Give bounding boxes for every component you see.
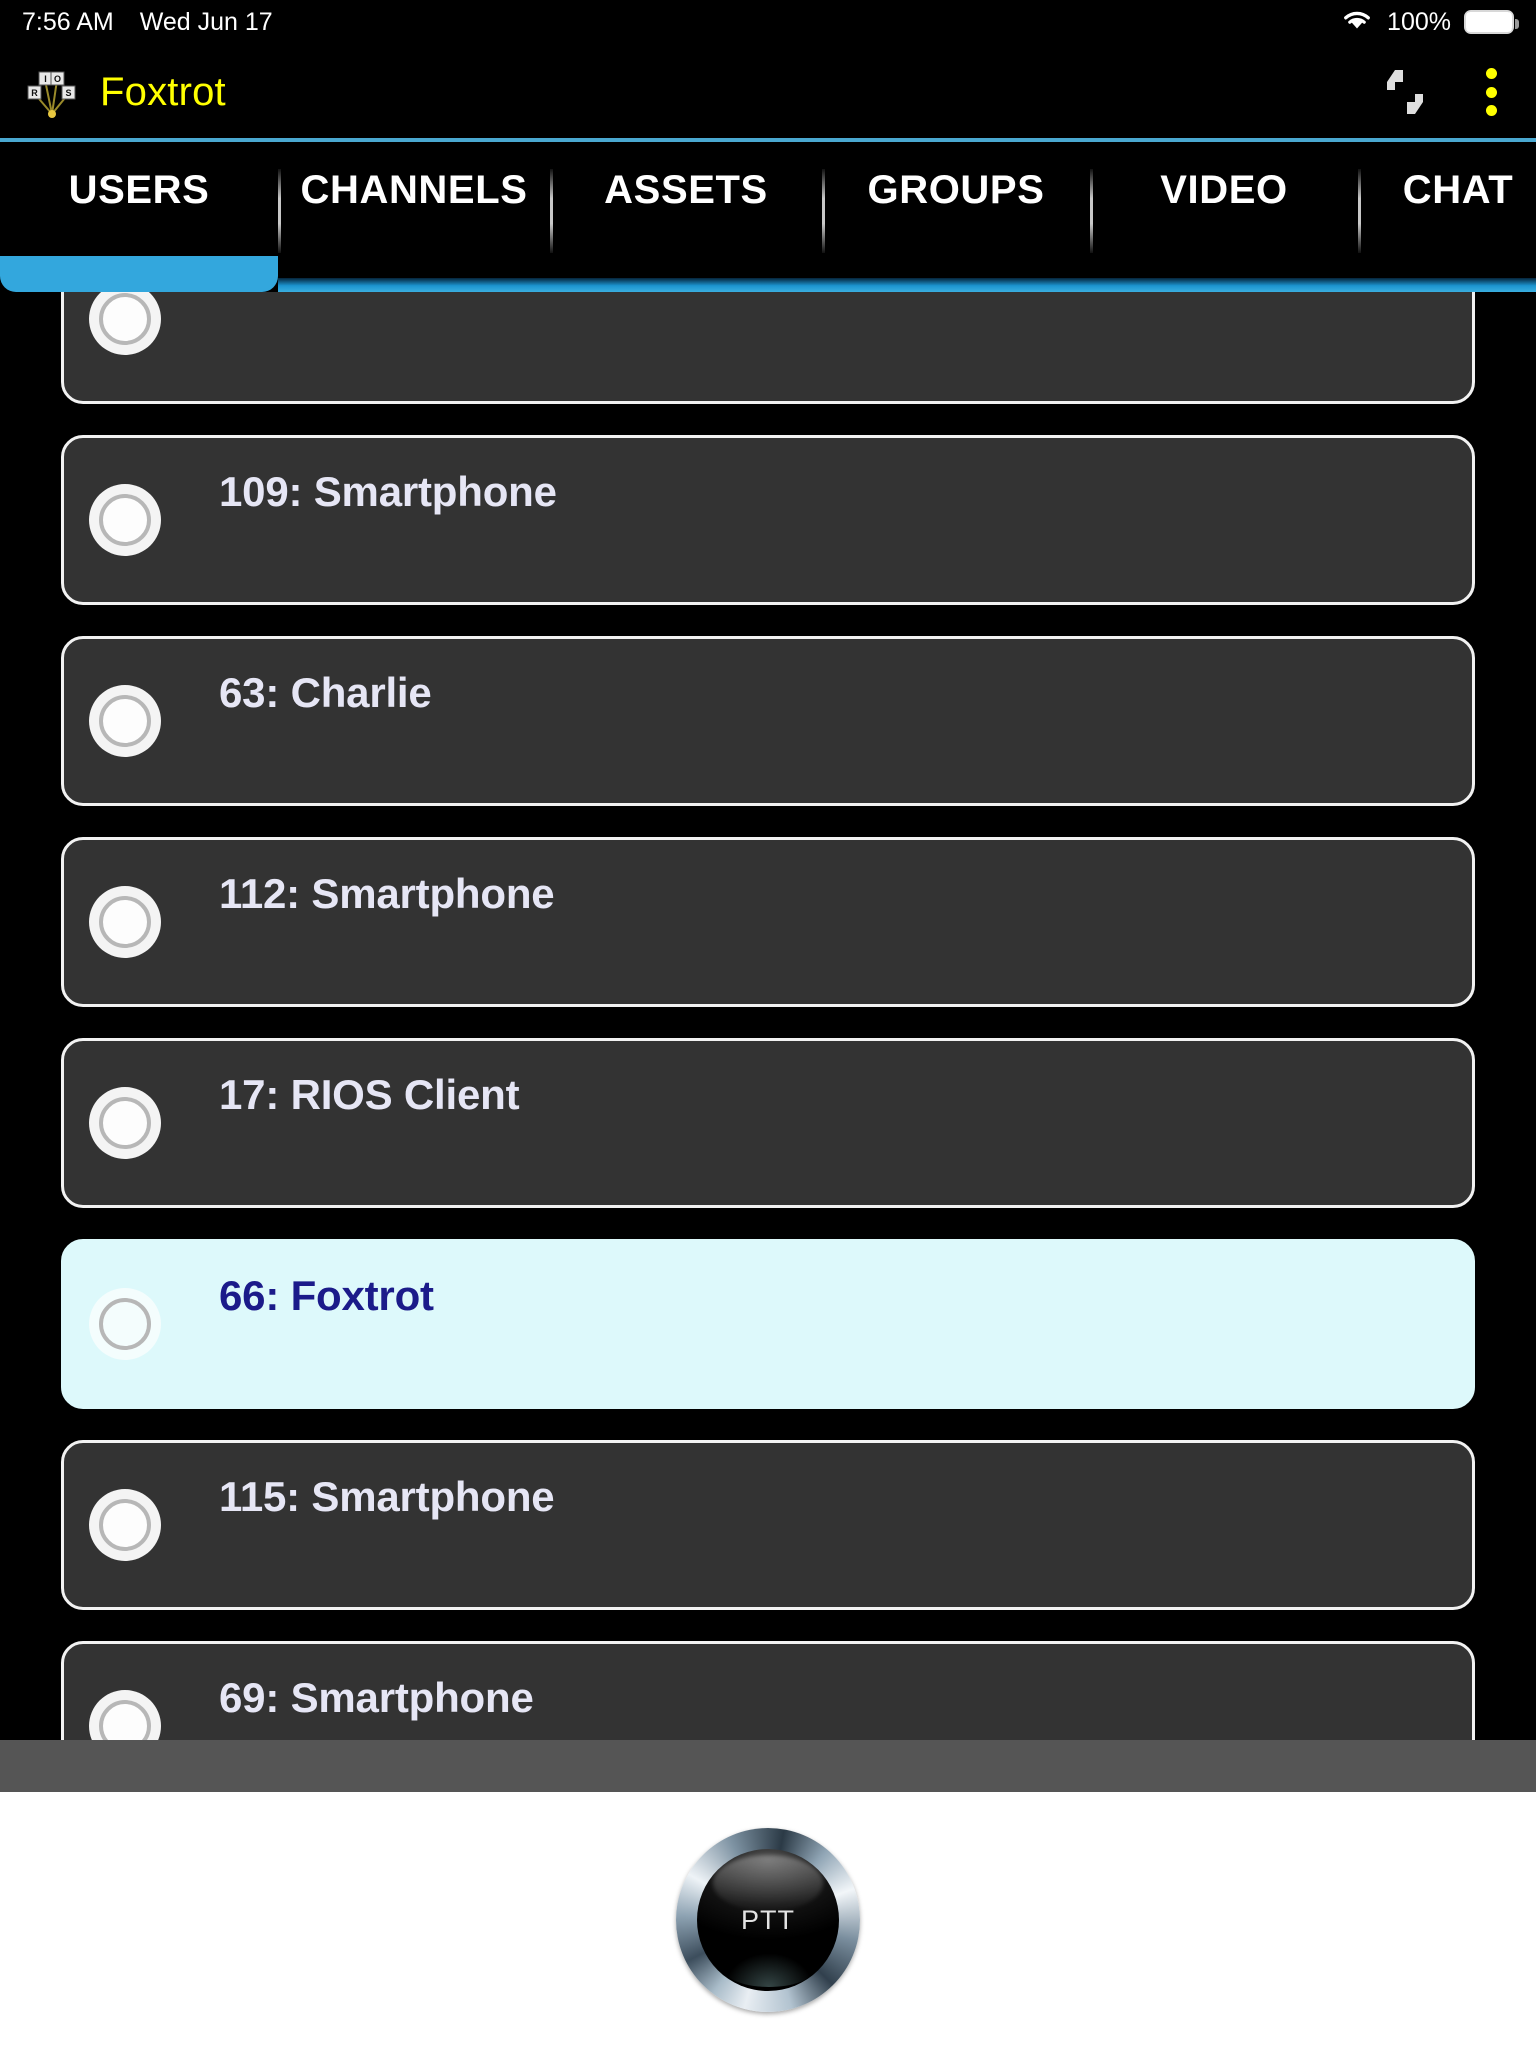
- tab-underline: [550, 278, 822, 292]
- status-time: 7:56 AM: [22, 7, 114, 36]
- tab-separator: [278, 169, 281, 253]
- tab-video[interactable]: VIDEO: [1090, 142, 1358, 292]
- battery-icon: [1464, 10, 1519, 34]
- battery-percent-label: 100%: [1387, 7, 1451, 36]
- tab-underline: [1090, 278, 1358, 292]
- radio-icon[interactable]: [89, 1087, 161, 1159]
- tab-label: CHAT: [1402, 168, 1514, 212]
- tab-underline: [822, 278, 1090, 292]
- status-bar-right: 100%: [1340, 0, 1519, 44]
- radio-icon[interactable]: [89, 1288, 161, 1360]
- app-brand: I O R S Foxtrot: [0, 64, 226, 120]
- user-list[interactable]: 109: Smartphone 63: Charlie 112: Smartph…: [0, 292, 1536, 1740]
- tab-separator: [1090, 169, 1093, 253]
- rios-logo-icon: I O R S: [24, 64, 80, 120]
- status-bar-left: 7:56 AM Wed Jun 17: [0, 8, 273, 37]
- tab-label: GROUPS: [867, 168, 1045, 212]
- list-item-63[interactable]: 63: Charlie: [61, 636, 1475, 806]
- tab-bar: USERS CHANNELS ASSETS GROUPS VIDEO CHAT: [0, 142, 1536, 292]
- list-item-112[interactable]: 112: Smartphone: [61, 837, 1475, 1007]
- svg-text:R: R: [31, 88, 38, 98]
- tab-label: USERS: [68, 168, 210, 212]
- list-item-69[interactable]: 69: Smartphone: [61, 1641, 1475, 1740]
- radio-icon[interactable]: [89, 886, 161, 958]
- tab-separator: [550, 169, 553, 253]
- ptt-button-face: PTT: [697, 1849, 839, 1991]
- tab-chat[interactable]: CHAT: [1358, 142, 1536, 292]
- tab-label: CHANNELS: [300, 168, 528, 212]
- bottom-divider-band: [0, 1740, 1536, 1792]
- tab-label: VIDEO: [1160, 168, 1288, 212]
- tab-label: ASSETS: [604, 168, 768, 212]
- list-item-66-selected[interactable]: 66: Foxtrot: [61, 1239, 1475, 1409]
- tab-strip: USERS CHANNELS ASSETS GROUPS VIDEO CHAT: [0, 142, 1536, 292]
- up-down-arrows-icon[interactable]: [1382, 68, 1428, 116]
- ptt-gloss: [713, 1855, 823, 1911]
- ptt-label: PTT: [741, 1904, 795, 1935]
- svg-text:S: S: [65, 88, 71, 98]
- radio-icon[interactable]: [89, 292, 161, 355]
- tab-channels[interactable]: CHANNELS: [278, 142, 550, 292]
- app-title: Foxtrot: [100, 69, 226, 114]
- tab-assets[interactable]: ASSETS: [550, 142, 822, 292]
- ptt-button[interactable]: PTT: [676, 1828, 860, 2012]
- user-list-inner: 109: Smartphone 63: Charlie 112: Smartph…: [0, 292, 1536, 1740]
- svg-text:I: I: [44, 74, 47, 84]
- list-item-109[interactable]: 109: Smartphone: [61, 435, 1475, 605]
- svg-text:O: O: [54, 74, 61, 84]
- app-bar: I O R S Foxtrot: [0, 44, 1536, 140]
- app-root: 7:56 AM Wed Jun 17 100% I O R S Foxtrot …: [0, 0, 1536, 2048]
- radio-icon[interactable]: [89, 685, 161, 757]
- list-item-115[interactable]: 115: Smartphone: [61, 1440, 1475, 1610]
- radio-icon[interactable]: [89, 1489, 161, 1561]
- status-date: Wed Jun 17: [139, 7, 273, 36]
- kebab-menu-icon[interactable]: [1474, 64, 1508, 120]
- app-bar-actions: [1382, 44, 1508, 140]
- tab-underline: [1358, 278, 1536, 292]
- tab-underline: [0, 256, 278, 292]
- list-item[interactable]: [61, 292, 1475, 404]
- tab-separator: [1358, 169, 1361, 253]
- tab-groups[interactable]: GROUPS: [822, 142, 1090, 292]
- list-item-17[interactable]: 17: RIOS Client: [61, 1038, 1475, 1208]
- ptt-area: PTT: [0, 1792, 1536, 2048]
- ptt-glow: [725, 1953, 813, 1987]
- radio-icon[interactable]: [89, 484, 161, 556]
- tab-underline: [278, 278, 550, 292]
- status-bar: 7:56 AM Wed Jun 17 100%: [0, 0, 1536, 44]
- tab-users[interactable]: USERS: [0, 142, 278, 292]
- wifi-icon: [1340, 6, 1374, 39]
- tab-separator: [822, 169, 825, 253]
